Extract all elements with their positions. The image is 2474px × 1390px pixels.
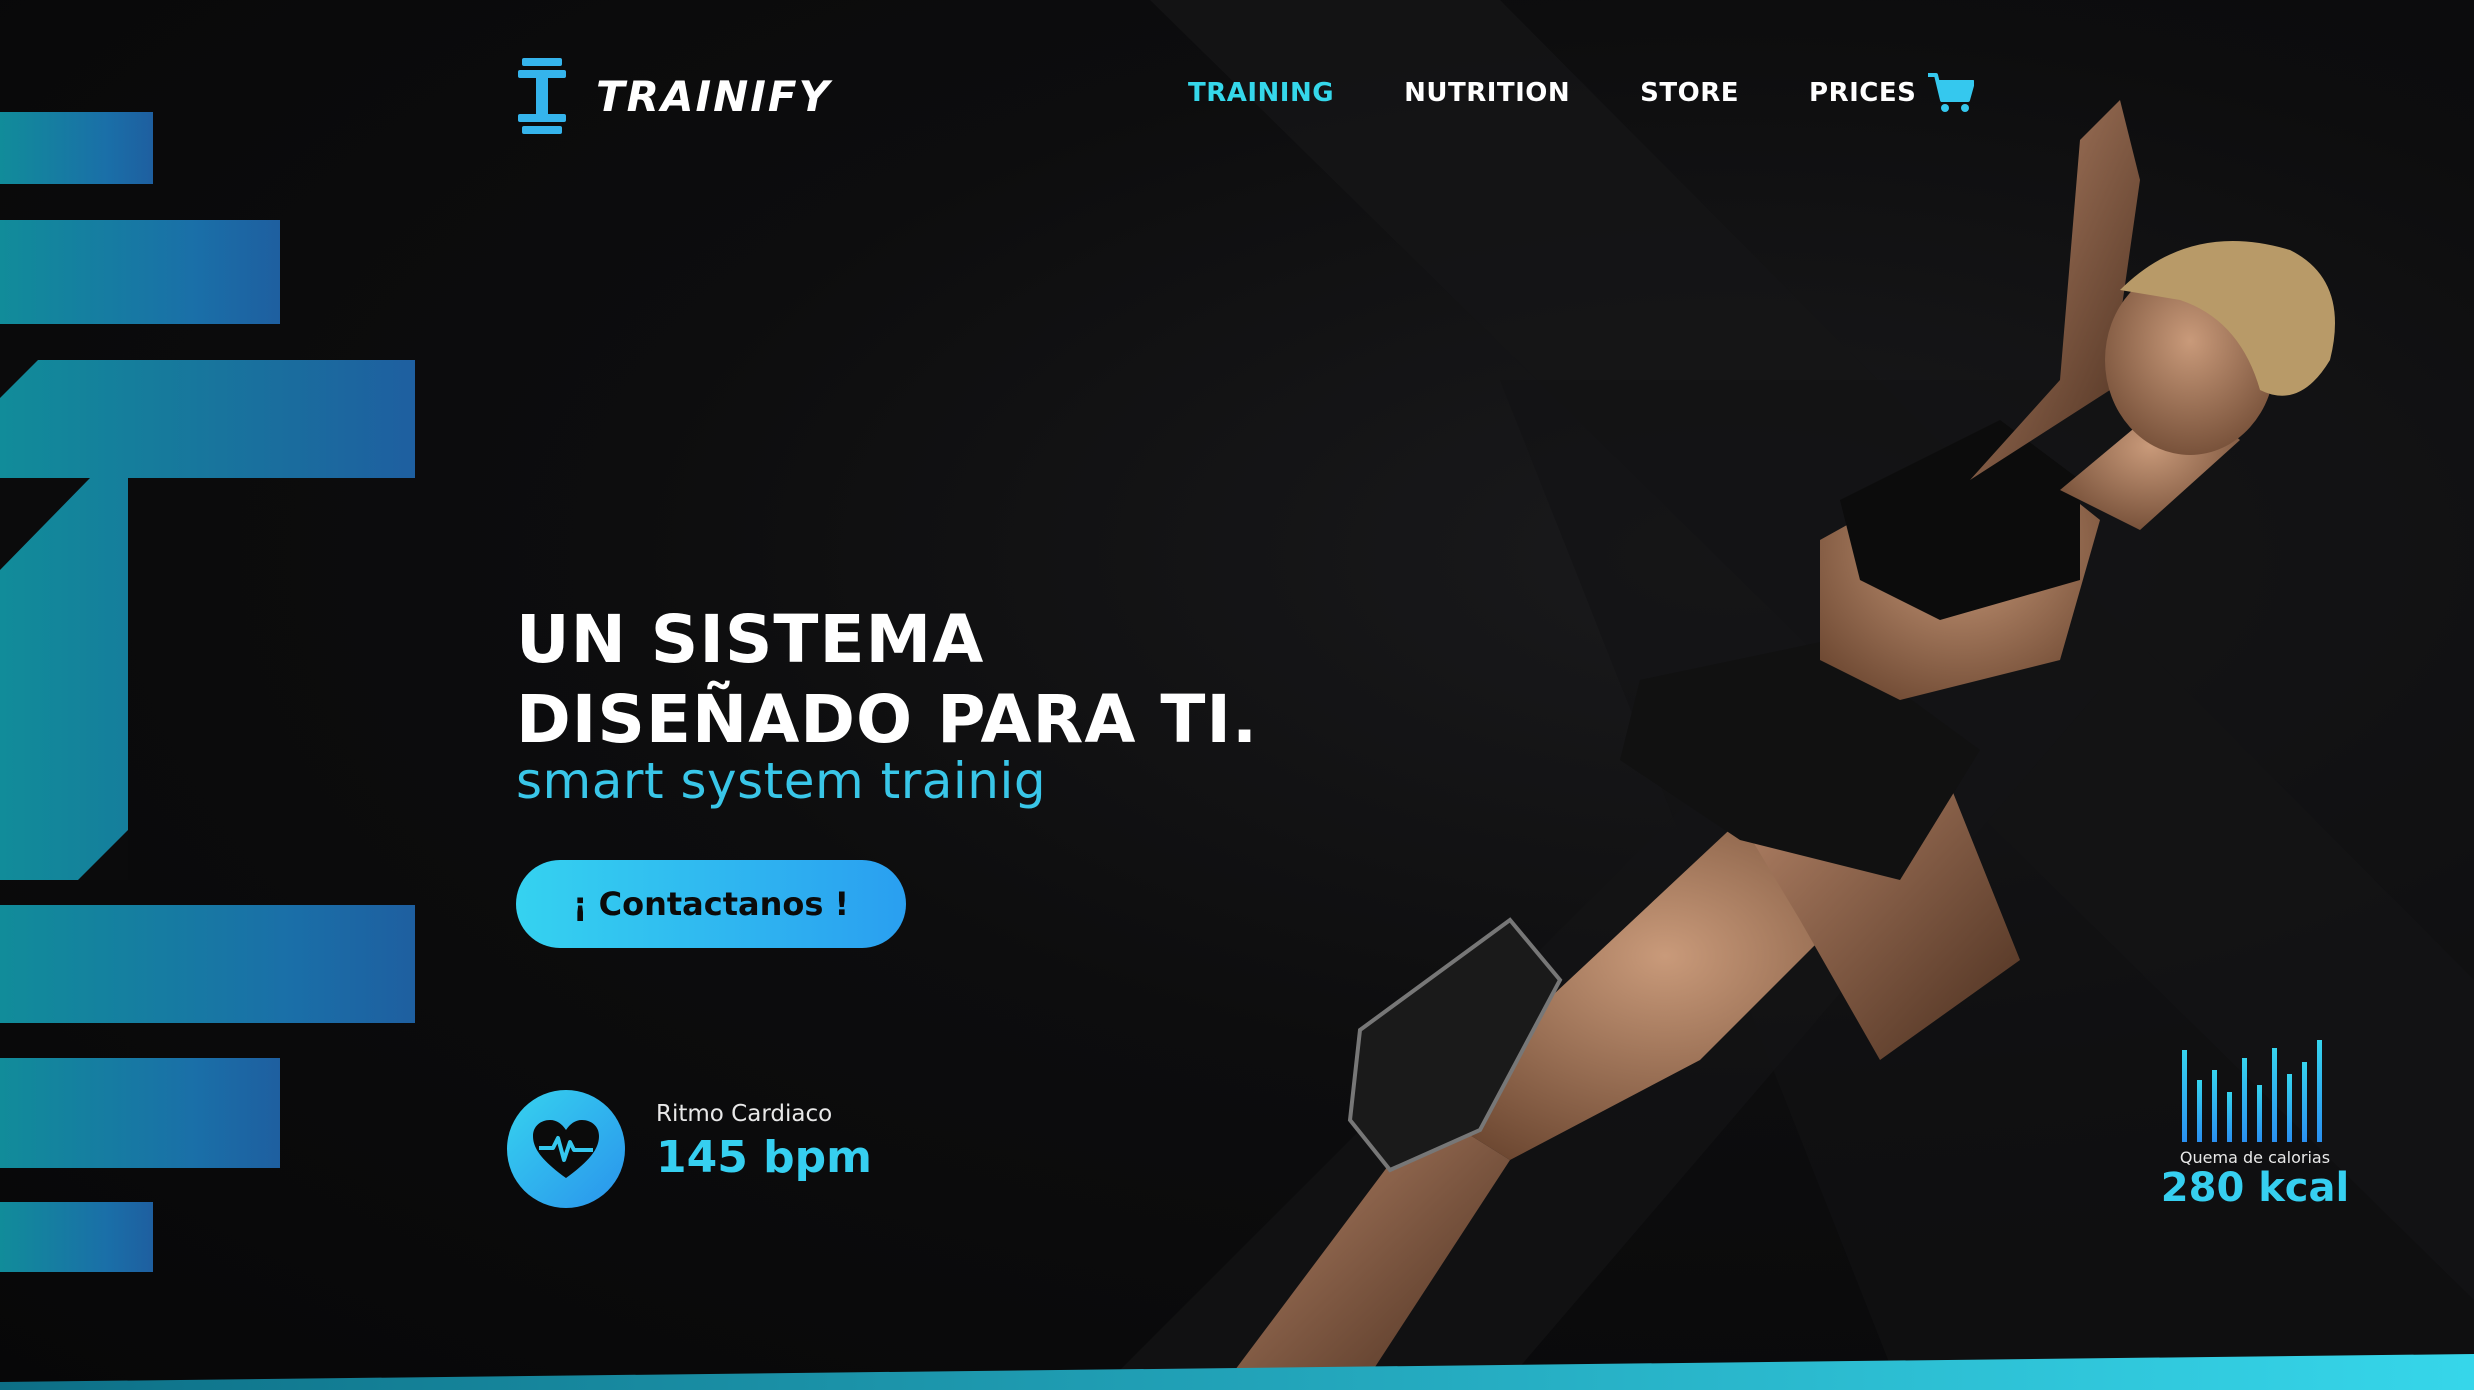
landing-page: TRAINIFY TRAINING NUTRITION STORE PRICES… [0, 0, 2474, 1390]
decor-stripe [0, 1058, 280, 1168]
heart-pulse-icon [533, 1120, 599, 1178]
decor-stripe [0, 112, 153, 184]
main-nav: TRAINING NUTRITION STORE PRICES [1188, 72, 1975, 114]
heart-rate-badge [507, 1090, 625, 1208]
heart-rate-value: 145 bpm [656, 1132, 873, 1183]
nav-item-prices[interactable]: PRICES [1809, 78, 1916, 108]
decor-stripe [0, 1202, 153, 1272]
decor-stripe [0, 905, 415, 1023]
calories-value: 280 kcal [2160, 1165, 2350, 1211]
nav-item-store[interactable]: STORE [1640, 78, 1739, 108]
hero-subline: smart system trainig [516, 752, 1047, 810]
hero-headline-line2: DISEÑADO PARA TI. [516, 681, 1259, 758]
shopping-cart-icon[interactable] [1928, 72, 1975, 114]
dumbbell-logo-icon [518, 58, 566, 134]
hero-headline: UN SISTEMA DISEÑADO PARA TI. [516, 600, 1258, 760]
bottom-accent-band [0, 1354, 2474, 1390]
decor-stripe [0, 220, 280, 324]
nav-item-training[interactable]: TRAINING [1188, 78, 1334, 108]
hero-headline-line1: UN SISTEMA [516, 601, 985, 678]
contact-button[interactable]: ¡ Contactanos ! [516, 860, 906, 948]
equalizer-bars-icon [2182, 1040, 2322, 1142]
heart-rate-label: Ritmo Cardiaco [656, 1101, 833, 1127]
brand-logo[interactable]: TRAINIFY [518, 58, 831, 134]
decor-stripe-shape [0, 360, 415, 880]
brand-name: TRAINIFY [596, 71, 832, 121]
nav-item-nutrition[interactable]: NUTRITION [1404, 78, 1570, 108]
